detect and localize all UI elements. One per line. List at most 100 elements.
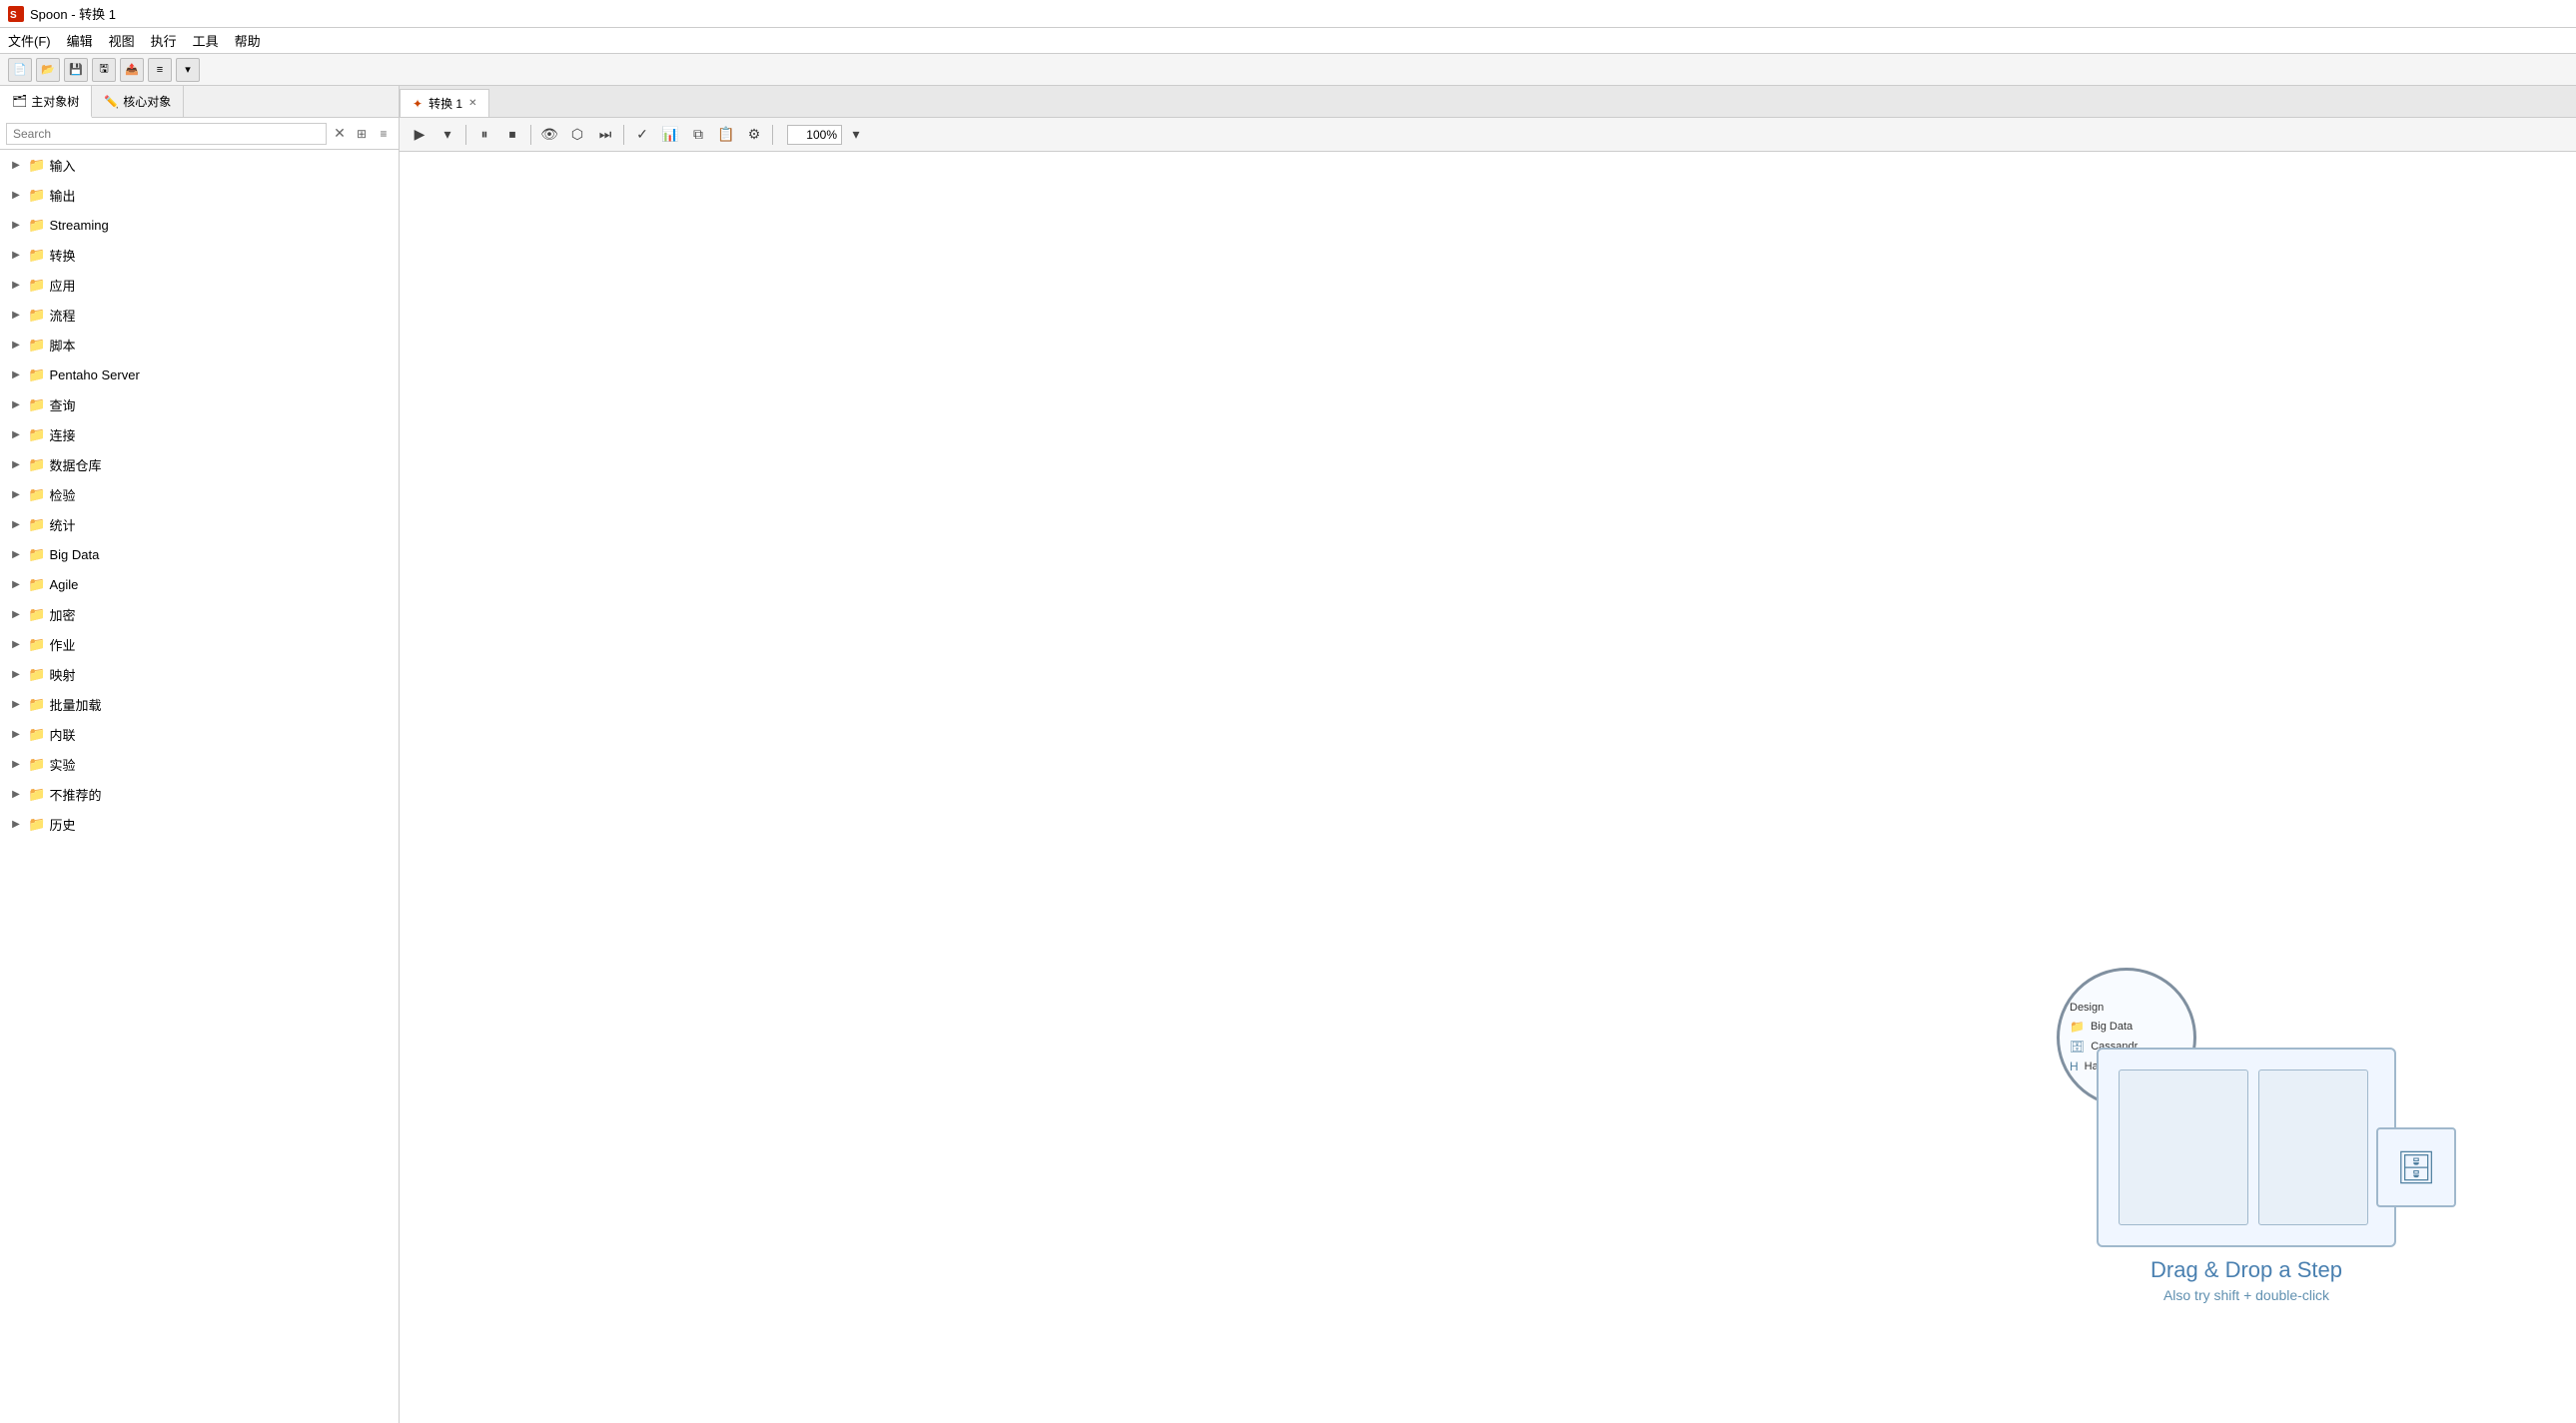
collapse-all-button[interactable]: ⊞ bbox=[353, 125, 371, 143]
tree-item-stats[interactable]: ▶ 📁 统计 bbox=[0, 509, 399, 539]
tree-item-label: 不推荐的 bbox=[49, 785, 101, 804]
check-button[interactable]: ✓ bbox=[630, 123, 654, 147]
folder-icon: 📁 bbox=[28, 337, 45, 354]
paste-button[interactable]: 📋 bbox=[714, 123, 738, 147]
folder-icon: 📁 bbox=[28, 486, 45, 503]
tree-item-dw[interactable]: ▶ 📁 数据仓库 bbox=[0, 449, 399, 479]
chevron-icon: ▶ bbox=[8, 549, 24, 560]
tree-item-connect[interactable]: ▶ 📁 连接 bbox=[0, 419, 399, 449]
analyze-button[interactable]: 📊 bbox=[658, 123, 682, 147]
canvas-tab-transform1[interactable]: ✦ 转换 1 ✕ bbox=[400, 89, 489, 117]
menu-tools[interactable]: 工具 bbox=[193, 31, 219, 50]
tree-item-label: 输出 bbox=[49, 186, 75, 205]
tree-item-transform[interactable]: ▶ 📁 转换 bbox=[0, 240, 399, 270]
tree-item-flow[interactable]: ▶ 📁 流程 bbox=[0, 300, 399, 330]
canvas-area[interactable]: Design 📁 Big Data 🗄 Cassandr H Hadoo bbox=[400, 152, 2576, 1423]
stop-button[interactable]: ⏹ bbox=[500, 123, 524, 147]
magnifier-bigdata-row: 📁 Big Data bbox=[2070, 1020, 2183, 1034]
pause-button[interactable]: ⏸ bbox=[472, 123, 496, 147]
tree-item-input[interactable]: ▶ 📁 输入 bbox=[0, 150, 399, 180]
folder-icon: 📁 bbox=[28, 756, 45, 773]
database-icon-box: 🗄 bbox=[2376, 1127, 2456, 1207]
folder-icon: 📁 bbox=[28, 726, 45, 743]
search-actions: ✕ ⊞ ≡ bbox=[331, 125, 393, 143]
zoom-dropdown-button[interactable]: ▾ bbox=[844, 123, 868, 147]
left-panel: 🗂 主对象树 ✏️ 核心对象 ✕ ⊞ ≡ ▶ 📁 输入 bbox=[0, 86, 400, 1423]
clear-search-button[interactable]: ✕ bbox=[331, 125, 349, 143]
chevron-icon: ▶ bbox=[8, 399, 24, 410]
menu-run[interactable]: 执行 bbox=[151, 31, 177, 50]
export-button[interactable]: 📤 bbox=[120, 58, 144, 82]
tree-item-bulk-load[interactable]: ▶ 📁 批量加载 bbox=[0, 689, 399, 719]
tree-item-experiment[interactable]: ▶ 📁 实验 bbox=[0, 749, 399, 779]
tree-item-label: 统计 bbox=[49, 515, 75, 534]
tree-item-check[interactable]: ▶ 📁 检验 bbox=[0, 479, 399, 509]
title-bar: S Spoon - 转换 1 bbox=[0, 0, 2576, 28]
run-dropdown-button[interactable]: ▾ bbox=[435, 123, 459, 147]
tree-item-label: 作业 bbox=[49, 635, 75, 654]
menu-file[interactable]: 文件(F) bbox=[8, 31, 51, 50]
run-button[interactable]: ▶ bbox=[408, 123, 431, 147]
chevron-icon: ▶ bbox=[8, 369, 24, 380]
chevron-icon: ▶ bbox=[8, 789, 24, 800]
menu-view[interactable]: 视图 bbox=[109, 31, 135, 50]
expand-all-button[interactable]: ≡ bbox=[375, 125, 393, 143]
database-icon: 🗄 bbox=[2396, 1148, 2437, 1186]
menu-edit[interactable]: 编辑 bbox=[67, 31, 93, 50]
chevron-icon: ▶ bbox=[8, 340, 24, 351]
dropdown-button[interactable]: ▾ bbox=[176, 58, 200, 82]
tree-item-history[interactable]: ▶ 📁 历史 bbox=[0, 809, 399, 839]
new-button[interactable]: 📄 bbox=[8, 58, 32, 82]
spoon-tab-icon: ✦ bbox=[413, 97, 423, 111]
tree-item-map[interactable]: ▶ 📁 映射 bbox=[0, 659, 399, 689]
settings-button[interactable]: ⚙ bbox=[742, 123, 766, 147]
screen-inner-left bbox=[2119, 1069, 2248, 1225]
tree-item-script[interactable]: ▶ 📁 脚本 bbox=[0, 330, 399, 359]
tree-item-streaming[interactable]: ▶ 📁 Streaming bbox=[0, 210, 399, 240]
tree-item-job[interactable]: ▶ 📁 作业 bbox=[0, 629, 399, 659]
folder-icon: 📁 bbox=[28, 546, 45, 563]
tree-item-label: 内联 bbox=[49, 725, 75, 744]
open-button[interactable]: 📂 bbox=[36, 58, 60, 82]
canvas-tab-close-button[interactable]: ✕ bbox=[468, 98, 476, 109]
app-logo: S bbox=[8, 6, 24, 22]
folder-icon: 📁 bbox=[28, 456, 45, 473]
step-button[interactable]: ⏭ bbox=[593, 123, 617, 147]
tree-item-query[interactable]: ▶ 📁 查询 bbox=[0, 389, 399, 419]
menu-help[interactable]: 帮助 bbox=[235, 31, 261, 50]
illustration-container: Design 📁 Big Data 🗄 Cassandr H Hadoo bbox=[2037, 968, 2456, 1247]
preview-button[interactable]: 👁 bbox=[537, 123, 561, 147]
copy-button[interactable]: ⧉ bbox=[686, 123, 710, 147]
folder-icon: 📁 bbox=[28, 426, 45, 443]
debug-button[interactable]: ⬡ bbox=[565, 123, 589, 147]
layers-button[interactable]: ≡ bbox=[148, 58, 172, 82]
tree-item-encrypt[interactable]: ▶ 📁 加密 bbox=[0, 599, 399, 629]
chevron-icon: ▶ bbox=[8, 190, 24, 201]
tree-item-agile[interactable]: ▶ 📁 Agile bbox=[0, 569, 399, 599]
tree-item-apply[interactable]: ▶ 📁 应用 bbox=[0, 270, 399, 300]
zoom-input[interactable]: 100% bbox=[787, 125, 842, 145]
main-toolbar: 📄 📂 💾 🖫 📤 ≡ ▾ bbox=[0, 54, 2576, 86]
tree-item-deprecated[interactable]: ▶ 📁 不推荐的 bbox=[0, 779, 399, 809]
tree-item-big-data[interactable]: ▶ 📁 Big Data bbox=[0, 539, 399, 569]
save-button[interactable]: 💾 bbox=[64, 58, 88, 82]
search-input[interactable] bbox=[6, 123, 327, 145]
tree-item-pentaho-server[interactable]: ▶ 📁 Pentaho Server bbox=[0, 359, 399, 389]
folder-icon: 📁 bbox=[2070, 1020, 2085, 1034]
tree-item-label: 检验 bbox=[49, 485, 75, 504]
tree-item-label: 实验 bbox=[49, 755, 75, 774]
tree-item-label: 流程 bbox=[49, 306, 75, 325]
chevron-icon: ▶ bbox=[8, 280, 24, 291]
chevron-icon: ▶ bbox=[8, 310, 24, 321]
tree-item-output[interactable]: ▶ 📁 输出 bbox=[0, 180, 399, 210]
chevron-icon: ▶ bbox=[8, 609, 24, 620]
tab-core-object[interactable]: ✏️ 核心对象 bbox=[92, 86, 184, 117]
tab-main-tree[interactable]: 🗂 主对象树 bbox=[0, 86, 92, 118]
chevron-icon: ▶ bbox=[8, 220, 24, 231]
tree-item-label: 连接 bbox=[49, 425, 75, 444]
save-as-button[interactable]: 🖫 bbox=[92, 58, 116, 82]
drag-drop-title: Drag & Drop a Step bbox=[2037, 1257, 2456, 1283]
tree-item-inline[interactable]: ▶ 📁 内联 bbox=[0, 719, 399, 749]
tree-item-label: 应用 bbox=[49, 276, 75, 295]
app-title: Spoon - 转换 1 bbox=[30, 4, 116, 23]
